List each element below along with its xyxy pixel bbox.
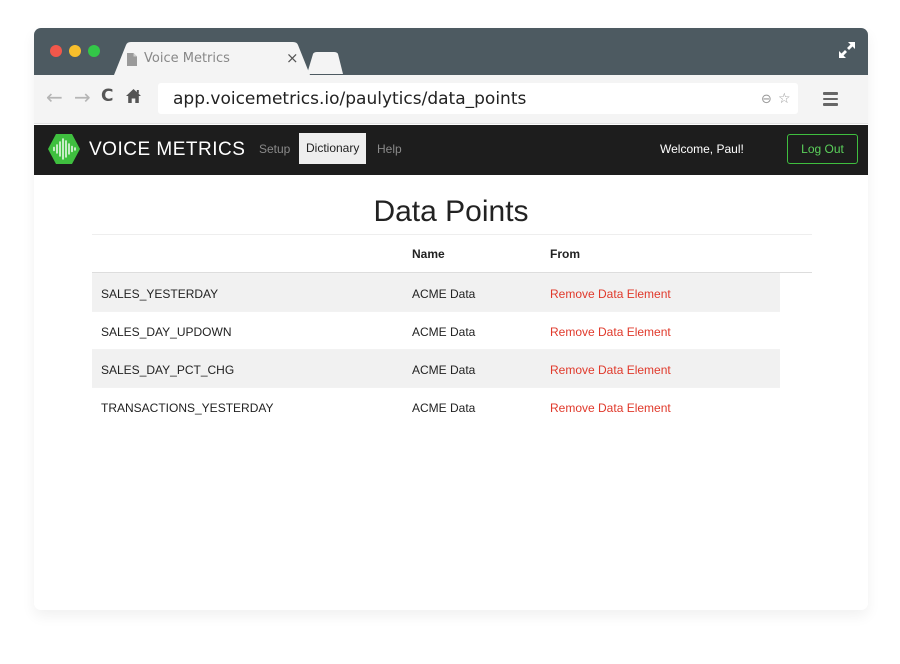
reload-icon[interactable]: C	[101, 86, 113, 106]
app-navbar: VOICE METRICS Setup Dictionary Help Welc…	[34, 125, 868, 175]
home-icon[interactable]	[126, 89, 141, 103]
data-point-key: TRANSACTIONS_YESTERDAY	[101, 401, 274, 415]
minimize-window-icon[interactable]	[69, 45, 81, 57]
maximize-window-icon[interactable]	[88, 45, 100, 57]
forward-arrow-icon[interactable]: →	[74, 85, 91, 109]
document-icon	[127, 53, 137, 66]
tab-close-icon[interactable]: ×	[286, 49, 299, 67]
brand-name[interactable]: VOICE METRICS	[89, 139, 245, 161]
browser-window: Voice Metrics × ← → C app.voicemetrics.i…	[34, 28, 868, 610]
data-point-key: SALES_DAY_PCT_CHG	[101, 363, 235, 377]
hamburger-menu-icon[interactable]	[823, 92, 838, 106]
browser-titlebar: Voice Metrics ×	[34, 28, 868, 75]
main-content: Data Points Name From SALES_YESTERDAY AC…	[34, 175, 868, 610]
table-row: SALES_DAY_UPDOWN ACME Data Remove Data E…	[92, 311, 780, 349]
url-text[interactable]: app.voicemetrics.io/paulytics/data_point…	[173, 89, 526, 109]
table-header: Name From	[92, 235, 812, 273]
logout-button[interactable]: Log Out	[787, 134, 858, 164]
url-bar[interactable]: app.voicemetrics.io/paulytics/data_point…	[158, 83, 798, 114]
zoom-icon[interactable]: ⊖	[761, 92, 772, 107]
remove-data-element-link[interactable]: Remove Data Element	[550, 325, 671, 339]
table-row: SALES_DAY_PCT_CHG ACME Data Remove Data …	[92, 349, 780, 387]
back-arrow-icon[interactable]: ←	[46, 85, 63, 109]
waveform-logo-icon[interactable]	[48, 134, 80, 164]
data-point-key: SALES_DAY_UPDOWN	[101, 325, 232, 339]
page-title: Data Points	[373, 195, 529, 228]
nav-setup[interactable]: Setup	[259, 142, 290, 156]
data-point-key: SALES_YESTERDAY	[101, 287, 219, 301]
expand-arrows-icon[interactable]	[837, 40, 857, 60]
data-point-source: ACME Data	[412, 363, 476, 377]
column-header-name: Name	[412, 247, 445, 261]
bookmark-star-icon[interactable]: ☆	[778, 91, 791, 107]
data-points-table: Name From SALES_YESTERDAY ACME Data Remo…	[92, 235, 812, 425]
remove-data-element-link[interactable]: Remove Data Element	[550, 363, 671, 377]
close-window-icon[interactable]	[50, 45, 62, 57]
data-point-source: ACME Data	[412, 287, 476, 301]
new-tab-button[interactable]	[307, 52, 343, 74]
table-row: SALES_YESTERDAY ACME Data Remove Data El…	[92, 273, 780, 311]
column-header-from: From	[550, 247, 580, 261]
remove-data-element-link[interactable]: Remove Data Element	[550, 287, 671, 301]
data-point-source: ACME Data	[412, 401, 476, 415]
browser-toolbar: ← → C app.voicemetrics.io/paulytics/data…	[34, 75, 868, 124]
remove-data-element-link[interactable]: Remove Data Element	[550, 401, 671, 415]
nav-help[interactable]: Help	[377, 142, 402, 156]
data-point-source: ACME Data	[412, 325, 476, 339]
tab-title: Voice Metrics	[144, 51, 230, 66]
nav-dictionary[interactable]: Dictionary	[299, 133, 367, 164]
table-row: TRANSACTIONS_YESTERDAY ACME Data Remove …	[92, 387, 780, 425]
welcome-message: Welcome, Paul!	[660, 142, 744, 156]
